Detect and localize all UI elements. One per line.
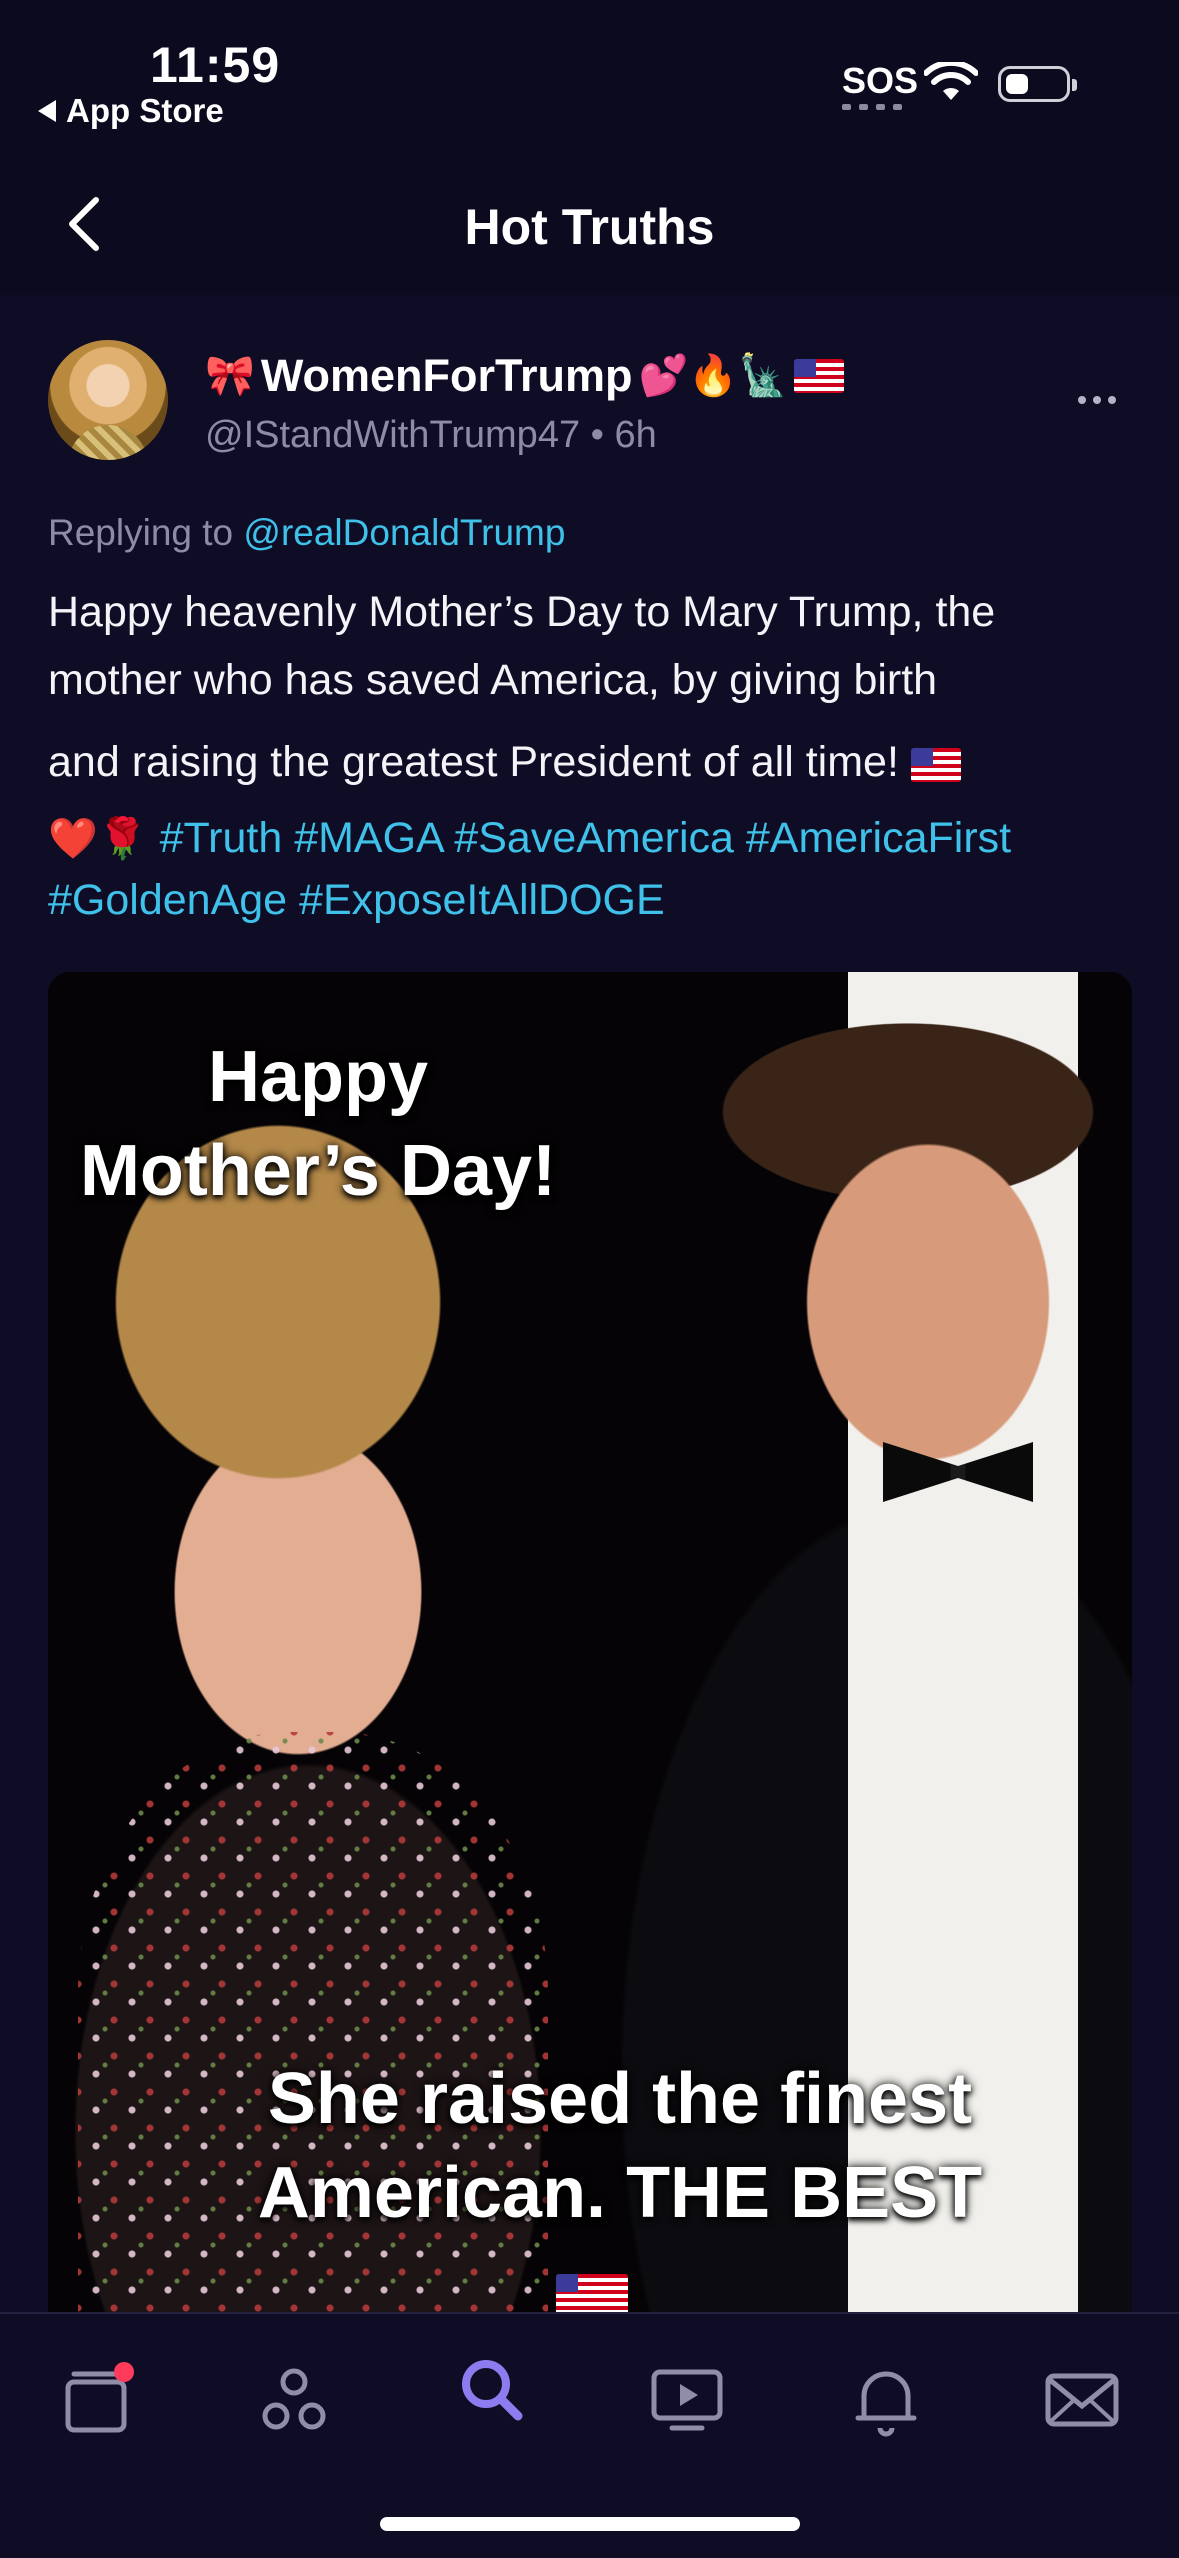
- video-icon[interactable]: [648, 2360, 728, 2440]
- image-caption-top-line-1: Happy: [207, 1037, 429, 1117]
- replying-prefix: Replying to: [48, 512, 234, 553]
- notification-badge: [114, 2362, 134, 2382]
- page-title: Hot Truths: [464, 199, 715, 255]
- back-app-label: App Store: [66, 92, 224, 129]
- home-indicator[interactable]: [380, 2517, 800, 2531]
- back-triangle-icon: [38, 100, 56, 122]
- handle-text: @IStandWithTrump47: [205, 414, 581, 456]
- status-bar: 11:59 App Store SOS: [0, 0, 1179, 150]
- groups-icon[interactable]: [254, 2360, 334, 2440]
- author-display-name[interactable]: 🎀 WomenForTrump 💕🔥🗽: [205, 350, 844, 402]
- us-flag-icon: [556, 2274, 628, 2312]
- image-caption-top: Happy Mother’s Day!: [48, 1030, 588, 1218]
- name-emojis: 💕🔥🗽: [638, 354, 788, 398]
- image-caption-bottom-line-2: American. THE BEST: [257, 2153, 983, 2233]
- body-line-1: Happy heavenly Mother’s Day to Mary Trum…: [48, 588, 996, 636]
- us-flag-icon: [793, 359, 844, 393]
- sos-indicator: SOS: [842, 60, 919, 101]
- hashtags-line-2[interactable]: #GoldenAge #ExposeItAllDOGE: [48, 866, 1128, 934]
- back-to-app-button[interactable]: App Store: [38, 92, 224, 130]
- body-line-2: mother who has saved America, by giving …: [48, 656, 938, 704]
- post-body: Happy heavenly Mother’s Day to Mary Trum…: [48, 578, 1128, 934]
- replying-mention-link[interactable]: @realDonaldTrump: [243, 512, 565, 553]
- replying-to: Replying to @realDonaldTrump: [48, 512, 565, 554]
- author-handle[interactable]: @IStandWithTrump47 • 6h: [205, 414, 657, 457]
- us-flag-icon: [910, 747, 961, 782]
- status-time: 11:59: [150, 37, 281, 93]
- hashtags-line-1[interactable]: #Truth #MAGA #SaveAmerica #AmericaFirst: [160, 814, 1012, 862]
- battery-icon: [998, 66, 1077, 102]
- author-name-text: WomenForTrump: [260, 350, 633, 401]
- more-options-icon[interactable]: [1078, 396, 1116, 404]
- notifications-icon[interactable]: [846, 2360, 926, 2440]
- heart-rose-emojis: ❤️🌹: [48, 817, 148, 861]
- image-caption-bottom: She raised the finest American. THE BEST: [78, 2052, 1132, 2240]
- avatar[interactable]: [48, 340, 168, 460]
- signal-dots-icon: [842, 104, 902, 110]
- bow-emoji: 🎀: [205, 354, 255, 398]
- body-line-3: and raising the greatest President of al…: [48, 738, 899, 786]
- post-time: • 6h: [590, 414, 657, 456]
- image-caption-bottom-line-1: She raised the finest: [267, 2059, 973, 2139]
- search-icon[interactable]: [452, 2350, 532, 2430]
- image-caption-top-line-2: Mother’s Day!: [79, 1131, 557, 1211]
- home-icon[interactable]: [60, 2360, 140, 2440]
- nav-header: Hot Truths: [0, 150, 1179, 295]
- wifi-icon: [924, 62, 978, 100]
- post-image[interactable]: Happy Mother’s Day! She raised the fines…: [48, 972, 1132, 2312]
- messages-icon[interactable]: [1042, 2360, 1122, 2440]
